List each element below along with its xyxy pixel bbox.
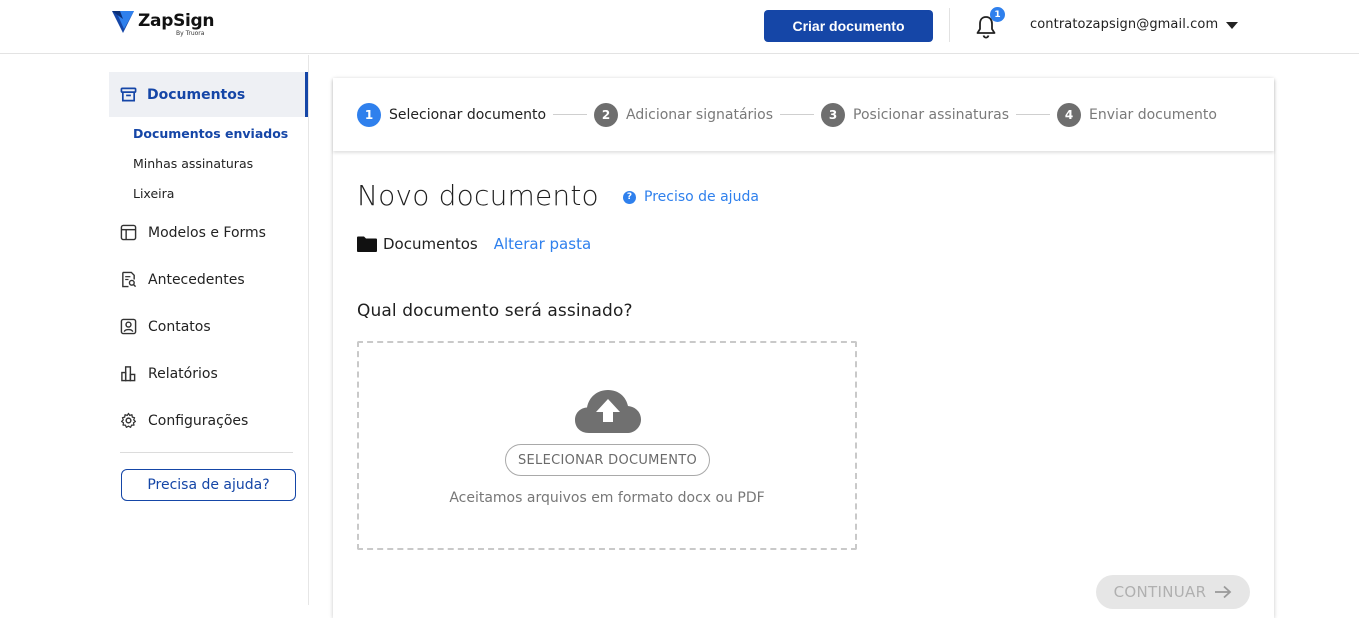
- step-label: Posicionar assinaturas: [853, 106, 1010, 123]
- sidebar-item-label: Relatórios: [148, 365, 218, 382]
- top-bar: ZapSign By Truora Criar documento 1 cont…: [0, 0, 1359, 54]
- help-link[interactable]: ? Preciso de ajuda: [623, 189, 759, 205]
- sidebar-item-label: Configurações: [148, 412, 249, 429]
- arrow-right-icon: [1215, 585, 1232, 599]
- archive-icon: [120, 87, 137, 102]
- logo-mark-icon: [112, 11, 134, 33]
- contact-icon: [120, 318, 137, 335]
- zapsign-logo[interactable]: ZapSign By Truora: [112, 10, 215, 37]
- sidebar-item-relatorios[interactable]: Relatórios: [120, 365, 218, 382]
- background-check-icon: [122, 271, 137, 288]
- sidebar-item-label: Contatos: [148, 318, 211, 335]
- folder-row: Documentos Alterar pasta: [357, 235, 591, 253]
- sidebar: Documentos Documentos enviados Minhas as…: [0, 55, 309, 605]
- create-document-button[interactable]: Criar documento: [764, 10, 933, 42]
- chart-icon: [121, 366, 136, 382]
- notification-badge: 1: [990, 7, 1005, 22]
- gear-icon: [120, 412, 137, 428]
- step-add-signers[interactable]: 2 Adicionar signatários: [594, 102, 774, 127]
- step-position-signatures[interactable]: 3 Posicionar assinaturas: [821, 102, 1010, 127]
- chevron-down-icon[interactable]: [1226, 22, 1238, 29]
- main-card: 1 Selecionar documento 2 Adicionar signa…: [333, 78, 1274, 618]
- step-number: 3: [821, 102, 846, 127]
- question-icon: ?: [623, 190, 636, 204]
- user-email[interactable]: contratozapsign@gmail.com: [1030, 17, 1218, 32]
- help-button[interactable]: Precisa de ajuda?: [121, 469, 296, 501]
- step-number: 1: [357, 102, 381, 127]
- step-label: Selecionar documento: [389, 106, 547, 123]
- step-number: 4: [1057, 102, 1082, 127]
- sidebar-subitem-documentos-enviados[interactable]: Documentos enviados: [133, 126, 288, 141]
- sidebar-divider: [120, 452, 293, 453]
- sidebar-item-antecedentes[interactable]: Antecedentes: [120, 271, 245, 288]
- step-connector: [1016, 114, 1051, 115]
- stepper: 1 Selecionar documento 2 Adicionar signa…: [333, 78, 1274, 151]
- logo-name: ZapSign: [138, 11, 215, 31]
- sidebar-item-label: Documentos: [147, 86, 246, 103]
- continue-button-label: CONTINUAR: [1113, 583, 1207, 601]
- folder-icon: [357, 236, 377, 252]
- change-folder-link[interactable]: Alterar pasta: [494, 235, 591, 253]
- step-connector: [780, 114, 815, 115]
- cloud-upload-icon: [575, 390, 641, 433]
- document-question: Qual documento será assinado?: [357, 301, 633, 321]
- accepted-formats-text: Aceitamos arquivos em formato docx ou PD…: [449, 490, 765, 506]
- template-icon: [120, 224, 137, 241]
- sidebar-subitem-lixeira[interactable]: Lixeira: [133, 186, 174, 201]
- sidebar-subitem-minhas-assinaturas[interactable]: Minhas assinaturas: [133, 156, 253, 171]
- sidebar-item-contatos[interactable]: Contatos: [120, 318, 211, 335]
- sidebar-item-modelos-forms[interactable]: Modelos e Forms: [120, 224, 266, 241]
- header-divider: [949, 8, 950, 42]
- step-select-document[interactable]: 1 Selecionar documento: [357, 102, 547, 127]
- step-label: Enviar documento: [1089, 106, 1217, 123]
- folder-name: Documentos: [383, 235, 478, 253]
- sidebar-item-configuracoes[interactable]: Configurações: [120, 412, 248, 429]
- sidebar-item-label: Modelos e Forms: [148, 224, 266, 241]
- continue-button[interactable]: CONTINUAR: [1096, 575, 1250, 609]
- sidebar-item-label: Antecedentes: [148, 271, 245, 288]
- sidebar-item-documentos[interactable]: Documentos: [109, 72, 308, 117]
- select-document-button[interactable]: SELECIONAR DOCUMENTO: [505, 444, 710, 476]
- step-label: Adicionar signatários: [626, 106, 774, 123]
- upload-dropzone[interactable]: SELECIONAR DOCUMENTO Aceitamos arquivos …: [357, 341, 857, 550]
- logo-subtitle: By Truora: [176, 30, 205, 37]
- page-title: Novo documento: [357, 179, 599, 212]
- step-connector: [553, 114, 588, 115]
- step-send-document[interactable]: 4 Enviar documento: [1057, 102, 1217, 127]
- step-number: 2: [594, 102, 619, 127]
- help-link-label: Preciso de ajuda: [644, 189, 759, 205]
